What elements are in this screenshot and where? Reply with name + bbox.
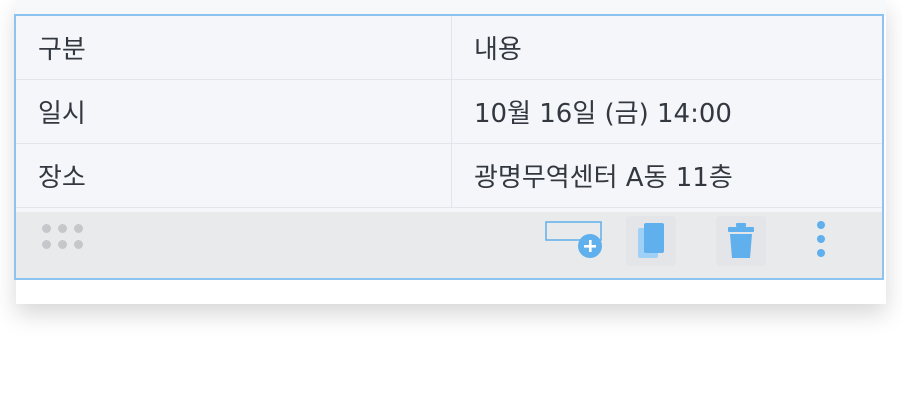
table-block[interactable]: 구분 내용 일시 10월 16일 (금) 14:00 장소 광명무역센터 A동 … xyxy=(14,14,884,280)
add-row-button[interactable] xyxy=(544,216,606,266)
table-row[interactable]: 구분 내용 xyxy=(16,16,882,80)
delete-button[interactable] xyxy=(716,216,766,266)
trash-icon xyxy=(728,223,754,258)
block-toolbar xyxy=(16,212,882,278)
table-cell-label[interactable]: 구분 xyxy=(16,16,452,79)
table-cell-value[interactable]: 광명무역센터 A동 11층 xyxy=(452,144,882,207)
add-row-icon xyxy=(545,221,602,258)
more-vertical-icon xyxy=(817,221,825,257)
duplicate-icon xyxy=(638,223,664,258)
more-options-button[interactable] xyxy=(796,216,846,266)
table-row[interactable]: 일시 10월 16일 (금) 14:00 xyxy=(16,80,882,144)
duplicate-button[interactable] xyxy=(626,216,676,266)
table-cell-value[interactable]: 내용 xyxy=(452,16,882,79)
table-cell-label[interactable]: 장소 xyxy=(16,144,452,207)
table-cell-label[interactable]: 일시 xyxy=(16,80,452,143)
table-row[interactable]: 장소 광명무역센터 A동 11층 xyxy=(16,144,882,208)
drag-handle-icon[interactable] xyxy=(42,224,86,250)
table-cell-value[interactable]: 10월 16일 (금) 14:00 xyxy=(452,80,882,143)
